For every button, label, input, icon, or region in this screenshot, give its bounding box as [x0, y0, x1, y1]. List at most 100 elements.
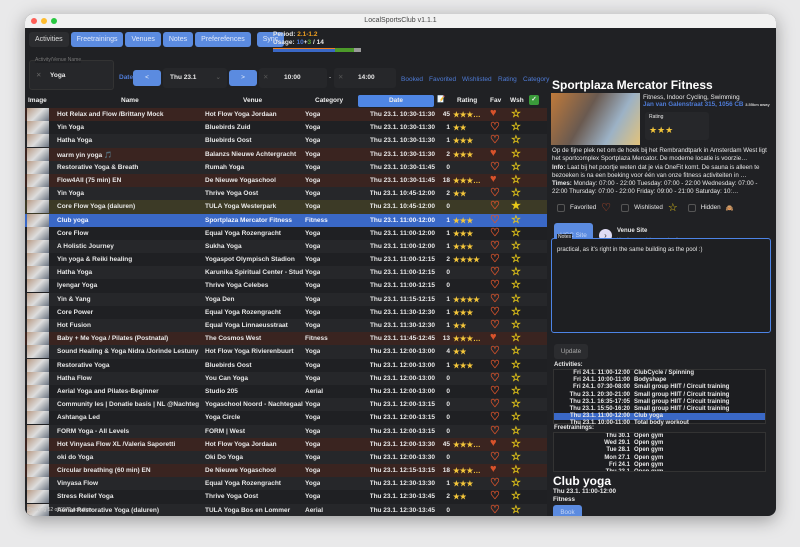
activity-list-item[interactable]: Thu 23.1. 20:30-21:00 Small group HIIT / … [554, 392, 765, 399]
activity-list-item[interactable]: Fri 24.1. 11:00-12:00 ClubCycle / Spinnin… [554, 370, 765, 377]
freetraining-list-item[interactable]: Tue 28.1 Open gym [554, 447, 765, 454]
star-icon[interactable]: ☆ [511, 463, 521, 476]
table-row[interactable]: Vinyasa Flow Equal Yoga Rozengracht Yoga Th… [25, 476, 547, 491]
freetraining-list-item[interactable]: Wed 29.1 Open gym [554, 440, 765, 447]
table-row[interactable]: Stress Relief Yoga Thrive Yoga Oost Yoga Th… [25, 490, 547, 504]
table-row[interactable]: Aerial Yoga and Pilates-Beginner Studio 2… [25, 384, 547, 399]
table-row[interactable]: Aerial Restorative Yoga (daluren) TULA Yo… [25, 503, 547, 516]
heart-icon[interactable]: ♡ [490, 133, 500, 146]
table-row[interactable]: Sound Healing & Yoga Nidra /Jorinde Lest… [25, 344, 547, 359]
heart-icon[interactable]: ♡ [490, 384, 500, 397]
name-filter-value[interactable]: Yoga [50, 72, 65, 79]
star-icon[interactable]: ☆ [511, 239, 521, 252]
star-icon[interactable]: ☆ [511, 133, 521, 146]
filter-wishlisted-link[interactable]: Wishlisted [462, 76, 492, 83]
star-icon[interactable]: ☆ [511, 371, 521, 384]
tab-venues[interactable]: Venues [125, 32, 161, 47]
table-row[interactable]: Yin Yoga Bluebirds Zuid Yoga Thu 23.1. 10:3… [25, 120, 547, 135]
freetraining-list-item[interactable]: Fri 24.1 Open gym [554, 462, 765, 469]
freetraining-list-item[interactable]: Thu 30.1 Open gym [554, 433, 765, 440]
clear-icon[interactable]: ✕ [338, 73, 343, 81]
filter-category-link[interactable]: Category [523, 76, 549, 83]
heart-icon[interactable]: ♡ [490, 410, 500, 423]
heart-icon[interactable]: ♡ [490, 186, 500, 199]
table-row[interactable]: Hot Vinyasa Flow XL /Valeria Saporetti Ho… [25, 437, 547, 451]
checkmark-column-icon[interactable]: ✓ [529, 95, 539, 105]
star-icon[interactable]: ☆ [511, 424, 521, 437]
heart-icon[interactable]: ♡ [490, 476, 500, 489]
star-icon[interactable]: ☆ [511, 331, 521, 344]
col-venue[interactable]: Venue [243, 97, 262, 104]
table-row[interactable]: Flow4All (75 min) EN De Nieuwe Yogaschool… [25, 173, 547, 188]
tab-freetrainings[interactable]: Freetrainings [70, 32, 124, 47]
heart-icon[interactable]: ♡ [490, 278, 500, 291]
star-icon[interactable]: ☆ [511, 107, 521, 120]
table-row[interactable]: Yin & Yang Yoga Den Yoga Thu 23.1. 11:15-12… [25, 292, 547, 306]
activity-list-item[interactable]: Thu 23.1. 15:50-16:20 Small group HIIT / … [554, 406, 765, 413]
star-icon[interactable]: ☆ [511, 213, 521, 226]
table-row[interactable]: Baby + Me Yoga / Pilates (Postnatal) The … [25, 331, 547, 346]
activity-list-item[interactable]: Thu 23.1. 16:35-17:05 Small group HIIT / … [554, 399, 765, 406]
filter-booked-link[interactable]: Booked [401, 76, 423, 83]
table-row[interactable]: FORM Yoga - All Levels FORM | West Yoga Thu… [25, 424, 547, 438]
star-icon[interactable]: ☆ [511, 252, 521, 265]
star-icon[interactable]: ☆ [511, 173, 521, 186]
star-icon[interactable]: ☆ [511, 292, 521, 305]
venue-address[interactable]: Jan van Galenstraat 315, 1056 CB [643, 101, 743, 108]
star-icon[interactable]: ☆ [511, 305, 521, 318]
heart-icon[interactable]: ♡ [490, 239, 500, 252]
freetraining-list-item[interactable]: Thu 23.1 Open gym [554, 469, 765, 471]
col-category[interactable]: Category [315, 97, 343, 104]
heart-icon[interactable]: ♡ [490, 120, 500, 133]
star-icon[interactable]: ☆ [511, 397, 521, 410]
heart-icon[interactable]: ♡ [490, 424, 500, 437]
table-row[interactable]: Core Flow Yoga (daluren) TULA Yoga Wester… [25, 200, 547, 214]
filter-favorited-link[interactable]: Favorited [429, 76, 456, 83]
heart-icon[interactable]: ♡ [490, 265, 500, 278]
heart-filled-icon[interactable]: ♥ [490, 331, 497, 343]
notes-textarea[interactable]: Notes practical, as it's right in the sa… [551, 234, 771, 333]
tab-activities[interactable]: Activities [29, 32, 69, 47]
hidden-checkbox[interactable] [687, 203, 696, 212]
table-row[interactable]: warm yin yoga 🎵 Balanzs Nieuwe Achtergrac… [25, 147, 547, 161]
heart-icon[interactable]: ♡ [490, 213, 500, 226]
heart-filled-icon[interactable]: ♥ [490, 147, 497, 159]
venue-freetrainings-list[interactable]: Thu 30.1 Open gym Wed 29.1 Open gym Tue 28.1… [553, 432, 766, 472]
star-icon[interactable]: ☆ [511, 186, 521, 199]
star-icon[interactable]: ☆ [511, 278, 521, 291]
time-to-select[interactable]: ✕ 14:00 [334, 68, 396, 88]
col-fav[interactable]: Fav [490, 97, 501, 104]
venue-activities-list[interactable]: Fri 24.1. 11:00-12:00 ClubCycle / Spinnin… [553, 369, 766, 426]
close-window-button[interactable] [31, 18, 37, 24]
star-icon[interactable]: ☆ [511, 358, 521, 371]
prev-date-button[interactable]: < [133, 70, 161, 86]
table-row[interactable]: Hot Relax and Flow /Brittany Mock Hot Flo… [25, 107, 547, 122]
table-row[interactable]: Ashtanga Led Yoga Circle Yoga Thu 23.1. 12:… [25, 410, 547, 425]
heart-icon[interactable]: ♡ [490, 397, 500, 410]
filter-rating-link[interactable]: Rating [498, 76, 517, 83]
update-button[interactable]: Update [554, 344, 588, 359]
activity-list-item[interactable]: Fri 24.1. 07:30-08:00 Small group HIIT / … [554, 384, 765, 391]
heart-icon[interactable]: ♡ [490, 160, 500, 173]
book-button[interactable]: Book [553, 505, 582, 516]
heart-icon[interactable]: ♡ [490, 344, 500, 357]
table-row[interactable]: Community les | Donatie basis | NL @Nach… [25, 397, 547, 412]
table-row[interactable]: Iyengar Yoga Thrive Yoga Celebes Yoga Thu 2… [25, 278, 547, 293]
heart-icon[interactable]: ♡ [490, 226, 500, 239]
time-from-select[interactable]: ✕ 10:00 [259, 68, 327, 88]
heart-icon[interactable]: ♡ [490, 292, 500, 305]
wishlisted-checkbox[interactable] [621, 203, 630, 212]
table-row[interactable]: Core Power Equal Yoga Rozengracht Yoga Thu … [25, 305, 547, 319]
star-icon[interactable]: ☆ [511, 344, 521, 357]
heart-filled-icon[interactable]: ♥ [490, 173, 497, 185]
star-icon[interactable]: ☆ [511, 476, 521, 489]
date-select[interactable]: Thu 23.1 ⌄ [163, 68, 227, 88]
tab-preferences[interactable]: Preferefences [195, 32, 251, 47]
heart-icon[interactable]: ♡ [490, 305, 500, 318]
heart-filled-icon[interactable]: ♥ [490, 437, 497, 449]
heart-filled-icon[interactable]: ♥ [490, 107, 497, 119]
star-icon[interactable]: ☆ [511, 503, 521, 516]
zoom-window-button[interactable] [51, 18, 57, 24]
table-row[interactable]: oki do Yoga Oki Do Yoga Yoga Thu 23.1. 12:0… [25, 450, 547, 465]
table-row[interactable]: Hot Fusion Equal Yoga Linnaeusstraat Yoga T… [25, 319, 547, 333]
